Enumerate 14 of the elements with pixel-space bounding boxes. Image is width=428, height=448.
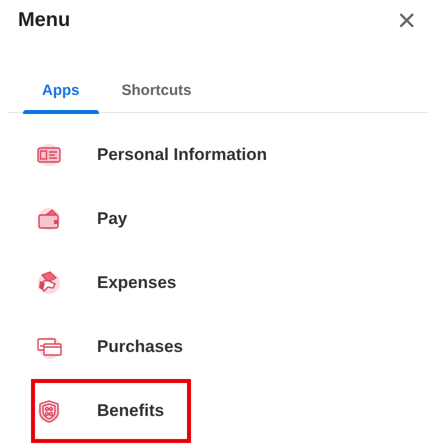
shield-icon (37, 398, 62, 424)
hand-cash-icon (37, 270, 62, 296)
menu-title: Menu (18, 8, 70, 33)
app-link[interactable]: Purchases (97, 334, 183, 360)
close-button[interactable]: × (393, 6, 420, 34)
id-card-icon (37, 142, 62, 168)
tab[interactable]: Shortcuts (102, 58, 211, 112)
app-link[interactable]: Expenses (97, 270, 176, 296)
app-link[interactable]: Pay (97, 206, 128, 232)
app-link[interactable]: Personal Information (97, 142, 268, 168)
app-link[interactable]: Benefits (97, 398, 164, 424)
credit-card-icon (37, 334, 62, 360)
tab[interactable]: Apps (23, 58, 98, 112)
wallet-icon (37, 206, 62, 232)
